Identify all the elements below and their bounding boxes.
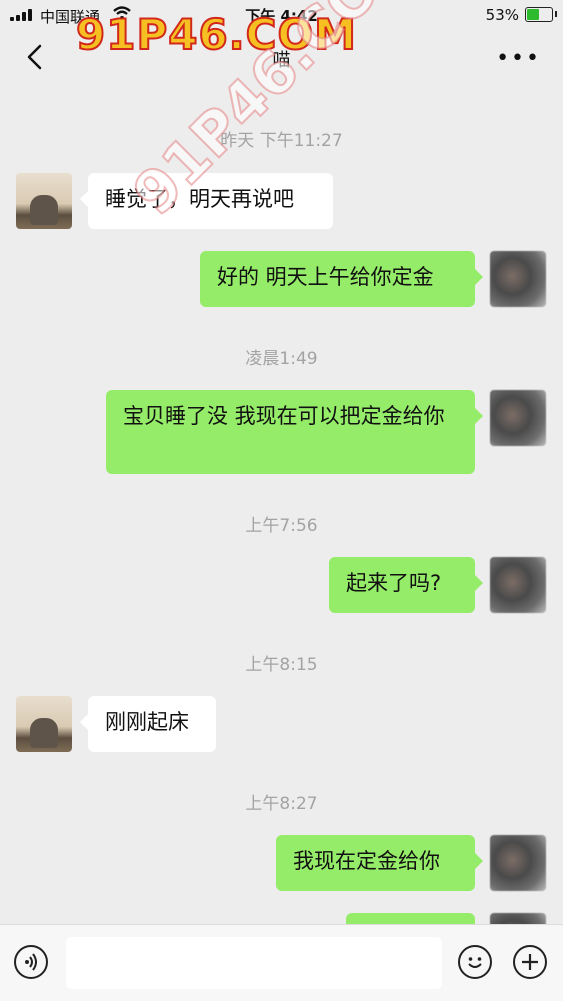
more-options-icon[interactable]: •••	[496, 46, 541, 71]
my-avatar[interactable]	[490, 390, 546, 446]
my-message-bubble[interactable]: 我现在定金给你	[276, 835, 483, 891]
my-avatar[interactable]	[490, 251, 546, 307]
friend-message-bubble[interactable]: 刚刚起床	[80, 696, 216, 752]
plus-icon[interactable]	[513, 945, 547, 979]
back-arrow-icon[interactable]	[20, 42, 50, 72]
battery-percent: 53%	[485, 6, 519, 24]
input-bar	[0, 924, 563, 1001]
message-input[interactable]	[66, 937, 442, 989]
timestamp: 上午8:15	[245, 655, 318, 675]
my-avatar[interactable]	[490, 557, 546, 613]
timestamp: 上午8:27	[245, 794, 318, 814]
my-message-bubble[interactable]: 宝贝睡了没 我现在可以把定金给你	[106, 390, 483, 474]
my-message-bubble[interactable]	[346, 913, 475, 924]
friend-avatar[interactable]	[16, 696, 72, 752]
chat-message-list[interactable]: 昨天 下午11:27 睡觉了，明天再说吧 好的 明天上午给你定金 凌晨1:49 宝贝睡了…	[0, 86, 563, 924]
my-message-bubble[interactable]: 起来了吗?	[329, 557, 483, 613]
friend-avatar[interactable]	[16, 173, 72, 229]
my-message-bubble[interactable]: 好的 明天上午给你定金	[200, 251, 483, 307]
voice-icon[interactable]	[14, 945, 48, 979]
timestamp: 上午7:56	[245, 516, 318, 536]
my-avatar[interactable]	[490, 835, 546, 891]
my-avatar[interactable]	[490, 913, 546, 924]
emoji-icon[interactable]	[458, 945, 492, 979]
timestamp: 昨天 下午11:27	[220, 131, 343, 151]
timestamp: 凌晨1:49	[245, 349, 318, 369]
battery-icon	[525, 7, 557, 22]
